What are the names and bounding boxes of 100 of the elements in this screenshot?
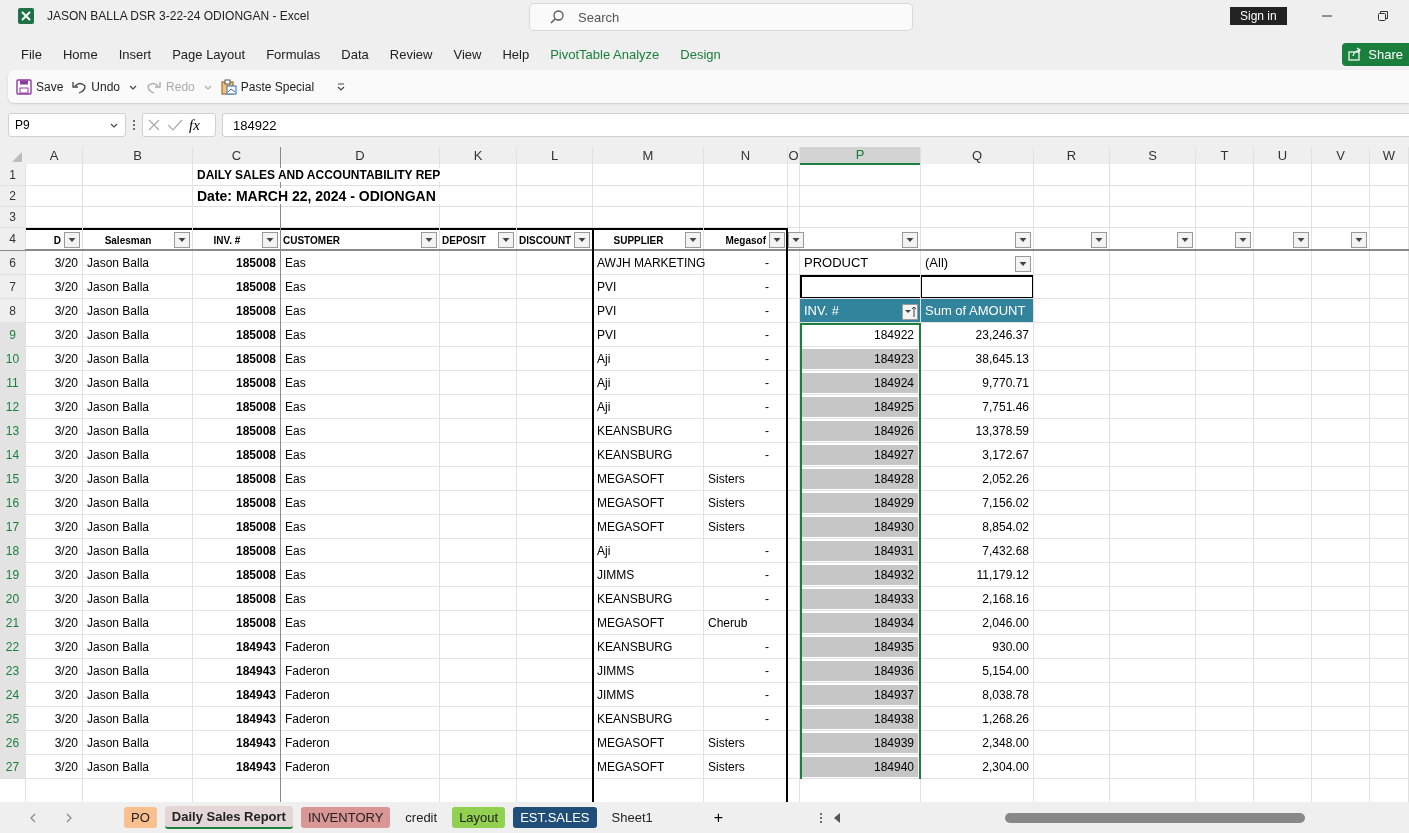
menu-tab[interactable]: PivotTable Analyze xyxy=(550,46,660,62)
filter-dropdown-button[interactable] xyxy=(262,232,278,248)
column-header[interactable]: O xyxy=(788,147,799,164)
column-header[interactable]: W xyxy=(1370,147,1408,164)
column-header[interactable]: Q xyxy=(921,147,1033,164)
filter-dropdown-button[interactable] xyxy=(685,232,701,248)
filter-dropdown-button[interactable] xyxy=(1015,232,1031,248)
row-header[interactable]: 6 xyxy=(0,251,25,274)
column-header[interactable]: C xyxy=(193,147,280,164)
row-header[interactable]: 23 xyxy=(0,659,25,682)
filter-dropdown-button[interactable] xyxy=(1177,232,1193,248)
sheet-tab[interactable]: Sheet1 xyxy=(604,807,660,828)
row-header[interactable]: 7 xyxy=(0,275,25,298)
row-header[interactable]: 21 xyxy=(0,611,25,634)
column-header[interactable]: U xyxy=(1254,147,1311,164)
check-icon[interactable] xyxy=(167,118,183,132)
row-header[interactable]: 10 xyxy=(0,347,25,370)
sheet-tab[interactable]: Layout xyxy=(452,807,506,828)
sign-in-button[interactable]: Sign in xyxy=(1230,7,1287,25)
row-header[interactable]: 1 xyxy=(0,165,25,185)
row-header[interactable]: 16 xyxy=(0,491,25,514)
table-cell-text: Jason Balla xyxy=(86,687,151,702)
column-header[interactable]: R xyxy=(1034,147,1109,164)
row-header[interactable]: 11 xyxy=(0,371,25,394)
search-field[interactable]: Search xyxy=(529,3,913,31)
column-header[interactable]: B xyxy=(83,147,192,164)
row-header[interactable]: 15 xyxy=(0,467,25,490)
column-header[interactable]: N xyxy=(704,147,787,164)
filter-dropdown-button[interactable] xyxy=(1351,232,1367,248)
column-header[interactable]: T xyxy=(1196,147,1253,164)
toolbar-button[interactable]: Paste Special xyxy=(220,78,315,95)
filter-dropdown-button[interactable] xyxy=(902,232,918,248)
filter-dropdown-button[interactable] xyxy=(788,232,804,248)
restore-icon[interactable] xyxy=(1376,10,1389,22)
filter-dropdown-button[interactable] xyxy=(1091,232,1107,248)
menu-tab[interactable]: Page Layout xyxy=(172,46,246,62)
filter-dropdown-button[interactable] xyxy=(64,232,80,248)
customize-caret-icon[interactable] xyxy=(336,81,347,92)
menu-tab[interactable]: Insert xyxy=(118,46,152,62)
menu-tab[interactable]: Design xyxy=(680,46,721,62)
row-header[interactable]: 4 xyxy=(0,228,25,250)
menu-tab[interactable]: Review xyxy=(389,46,433,62)
menu-tab[interactable]: Help xyxy=(502,46,530,62)
table-cell-text: 185008 xyxy=(234,351,277,366)
filter-dropdown-button[interactable] xyxy=(498,232,514,248)
add-sheet-button[interactable]: + xyxy=(707,807,730,828)
row-header[interactable]: 24 xyxy=(0,683,25,706)
formula-input[interactable]: 184922 xyxy=(222,113,1409,137)
filter-dropdown-button[interactable] xyxy=(769,232,785,248)
row-header[interactable]: 19 xyxy=(0,563,25,586)
scroll-left-icon[interactable] xyxy=(833,812,842,823)
row-header[interactable]: 22 xyxy=(0,635,25,658)
menu-tab[interactable]: File xyxy=(21,46,42,62)
more-options-icon[interactable] xyxy=(132,119,136,131)
row-header[interactable]: 8 xyxy=(0,299,25,322)
menu-tab[interactable]: Data xyxy=(341,46,369,62)
row-header[interactable]: 3 xyxy=(0,207,25,227)
pivot-row-label: INV. # xyxy=(803,303,840,318)
filter-dropdown-button[interactable] xyxy=(1293,232,1309,248)
sheet-tab[interactable]: credit xyxy=(398,807,445,828)
column-header[interactable]: S xyxy=(1110,147,1195,164)
sheet-tab[interactable]: Daily Sales Report xyxy=(164,806,293,829)
row-header[interactable]: 13 xyxy=(0,419,25,442)
column-header[interactable]: K xyxy=(440,147,516,164)
row-header[interactable]: 12 xyxy=(0,395,25,418)
sheet-tab[interactable]: EST.SALES xyxy=(513,807,597,828)
row-header[interactable]: 26 xyxy=(0,731,25,754)
filter-dropdown-button[interactable] xyxy=(421,232,437,248)
row-header[interactable]: 14 xyxy=(0,443,25,466)
insert-function-button[interactable]: fx xyxy=(189,116,200,134)
menu-tab[interactable]: Formulas xyxy=(266,46,321,62)
filter-dropdown-button[interactable] xyxy=(574,232,590,248)
scrollbar-thumb[interactable] xyxy=(1005,812,1306,823)
row-header[interactable]: 17 xyxy=(0,515,25,538)
column-header[interactable]: M xyxy=(593,147,703,164)
menu-tab[interactable]: View xyxy=(453,46,482,62)
row-header[interactable]: 9 xyxy=(0,323,25,346)
next-sheet-icon[interactable] xyxy=(64,811,74,824)
sheet-tab[interactable]: INVENTORY xyxy=(300,807,391,828)
sort-filter-button[interactable] xyxy=(902,303,918,320)
column-header[interactable]: V xyxy=(1312,147,1369,164)
toolbar-button[interactable]: Undo xyxy=(71,78,121,95)
row-header[interactable]: 27 xyxy=(0,755,25,778)
row-header[interactable]: 20 xyxy=(0,587,25,610)
filter-dropdown-button[interactable] xyxy=(174,232,190,248)
column-header[interactable]: D xyxy=(281,147,439,164)
share-button[interactable]: Share xyxy=(1342,42,1409,66)
more-options-icon[interactable] xyxy=(819,811,824,824)
previous-sheet-icon[interactable] xyxy=(28,811,38,824)
filter-dropdown-button[interactable] xyxy=(1235,232,1251,248)
filter-dropdown-button[interactable] xyxy=(1015,255,1031,272)
row-header[interactable]: 25 xyxy=(0,707,25,730)
toolbar-button[interactable]: Save xyxy=(16,78,64,95)
column-header[interactable]: L xyxy=(517,147,592,164)
column-header[interactable]: A xyxy=(26,147,82,164)
sheet-tab[interactable]: PO xyxy=(124,807,157,828)
menu-tab[interactable]: Home xyxy=(62,46,98,62)
name-box[interactable]: P9 xyxy=(8,113,126,137)
row-header[interactable]: 18 xyxy=(0,539,25,562)
row-header[interactable]: 2 xyxy=(0,186,25,206)
